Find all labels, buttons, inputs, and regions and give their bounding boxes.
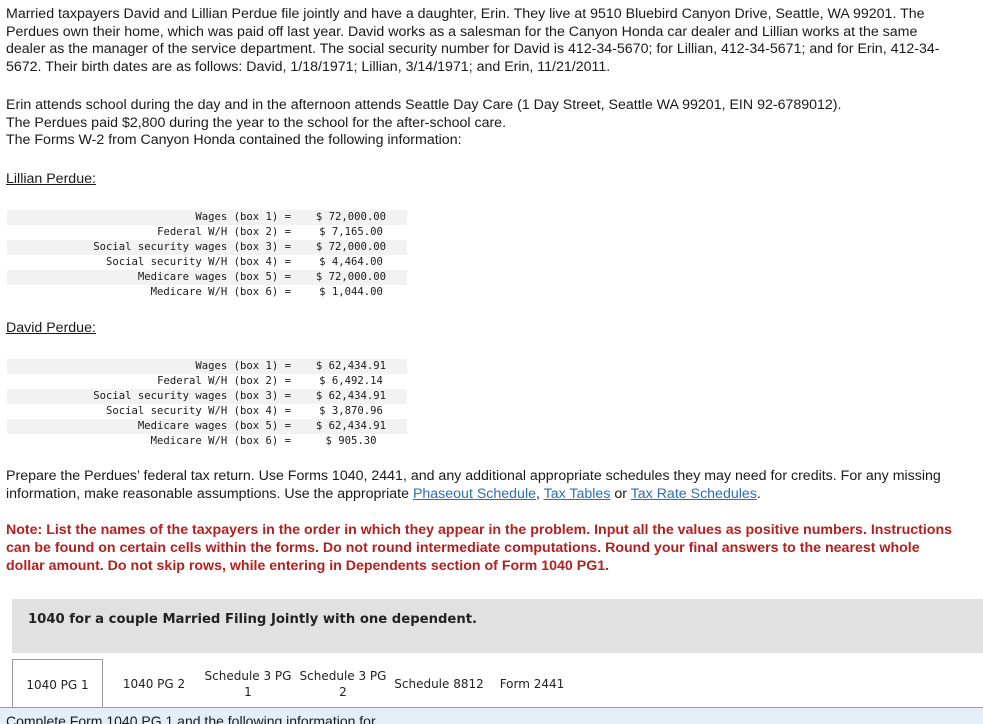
table-row: Social security W/H (box 4) = $ 4,464.00: [7, 255, 407, 270]
day-care-text: Erin attends school during the day and i…: [6, 97, 842, 113]
table-row: Social security wages (box 3) = $ 72,000.…: [7, 240, 407, 255]
w2-box-label: Medicare wages (box 5) =: [7, 270, 295, 285]
task-title: 1040 for a couple Married Filing Jointly…: [28, 612, 478, 627]
form-instruction-text: Complete Form 1040 PG 1 and the followin…: [6, 713, 387, 724]
tax-rate-schedules-link[interactable]: Tax Rate Schedules: [631, 486, 757, 502]
table-row: Medicare W/H (box 6) = $ 1,044.00: [7, 285, 407, 300]
problem-paragraph-1: Married taxpayers David and Lillian Perd…: [6, 6, 940, 75]
problem-paragraph-2: Erin attends school during the day and i…: [6, 97, 946, 150]
table-row: Wages (box 1) = $ 62,434.91: [7, 359, 407, 374]
table-row: Social security wages (box 3) = $ 62,434.…: [7, 389, 407, 404]
table-row: Medicare wages (box 5) = $ 62,434.91: [7, 419, 407, 434]
w2-box-label: Medicare W/H (box 6) =: [7, 434, 295, 449]
w2-box-label: Social security wages (box 3) =: [7, 240, 295, 255]
w2-box-amount: $ 62,434.91: [295, 389, 407, 404]
table-row: Medicare wages (box 5) = $ 72,000.00: [7, 270, 407, 285]
w2-box-label: Social security W/H (box 4) =: [7, 255, 295, 270]
w2-box-label: Federal W/H (box 2) =: [7, 225, 295, 240]
tab-1040-pg-1[interactable]: 1040 PG 1: [12, 659, 103, 709]
phaseout-schedule-link[interactable]: Phaseout Schedule: [413, 486, 536, 502]
w2-box-amount: $ 905.30: [295, 434, 407, 449]
instructions-paragraph: Prepare the Perdues’ federal tax return.…: [6, 468, 946, 503]
table-row: Medicare W/H (box 6) = $ 905.30: [7, 434, 407, 449]
w2-box-label: Social security W/H (box 4) =: [7, 404, 295, 419]
w2-box-amount: $ 72,000.00: [295, 240, 407, 255]
w2-box-amount: $ 6,492.14: [295, 374, 407, 389]
w2-box-label: Medicare wages (box 5) =: [7, 419, 295, 434]
table-row: Federal W/H (box 2) = $ 6,492.14: [7, 374, 407, 389]
w2-box-amount: $ 3,870.96: [295, 404, 407, 419]
david-w2-heading: David Perdue:: [6, 320, 96, 336]
table-row: Wages (box 1) = $ 72,000.00: [7, 210, 407, 225]
w2-box-label: Wages (box 1) =: [7, 210, 295, 225]
task-header: 1040 for a couple Married Filing Jointly…: [12, 599, 983, 653]
note-text: Note: List the names of the taxpayers in…: [6, 522, 953, 574]
form-tabs: 1040 PG 1 1040 PG 2 Schedule 3 PG 1 Sche…: [12, 653, 983, 709]
w2-box-label: Wages (box 1) =: [7, 359, 295, 374]
w2-intro-text: The Forms W-2 from Canyon Honda containe…: [6, 132, 462, 149]
w2-box-amount: $ 7,165.00: [295, 225, 407, 240]
separator-text: ,: [536, 485, 544, 502]
tab-schedule-3-pg-1[interactable]: Schedule 3 PG 1: [201, 659, 295, 709]
tab-schedule-8812[interactable]: Schedule 8812: [391, 659, 487, 709]
w2-box-label: Social security wages (box 3) =: [7, 389, 295, 404]
tab-form-2441[interactable]: Form 2441: [489, 659, 575, 709]
table-row: Social security W/H (box 4) = $ 3,870.96: [7, 404, 407, 419]
after-school-payment-text: The Perdues paid $2,800 during the year …: [6, 114, 507, 131]
w2-box-amount: $ 62,434.91: [295, 419, 407, 434]
w2-box-label: Federal W/H (box 2) =: [7, 374, 295, 389]
w2-box-amount: $ 4,464.00: [295, 255, 407, 270]
lillian-w2-table: Wages (box 1) = $ 72,000.00 Federal W/H (…: [7, 210, 407, 300]
period-text: .: [756, 485, 761, 502]
tax-tables-link[interactable]: Tax Tables: [544, 486, 611, 502]
w2-box-amount: $ 62,434.91: [295, 359, 407, 374]
w2-box-amount: $ 72,000.00: [295, 270, 407, 285]
tab-1040-pg-2[interactable]: 1040 PG 2: [109, 659, 199, 709]
form-content-panel: Complete Form 1040 PG 1 and the followin…: [0, 707, 983, 724]
tab-schedule-3-pg-2[interactable]: Schedule 3 PG 2: [297, 659, 389, 709]
david-w2-table: Wages (box 1) = $ 62,434.91 Federal W/H (…: [7, 359, 407, 449]
lillian-w2-heading: Lillian Perdue:: [6, 171, 96, 187]
w2-box-amount: $ 1,044.00: [295, 285, 407, 300]
w2-box-label: Medicare W/H (box 6) =: [7, 285, 295, 300]
separator-text: or: [610, 485, 631, 502]
w2-box-amount: $ 72,000.00: [295, 210, 407, 225]
table-row: Federal W/H (box 2) = $ 7,165.00: [7, 225, 407, 240]
